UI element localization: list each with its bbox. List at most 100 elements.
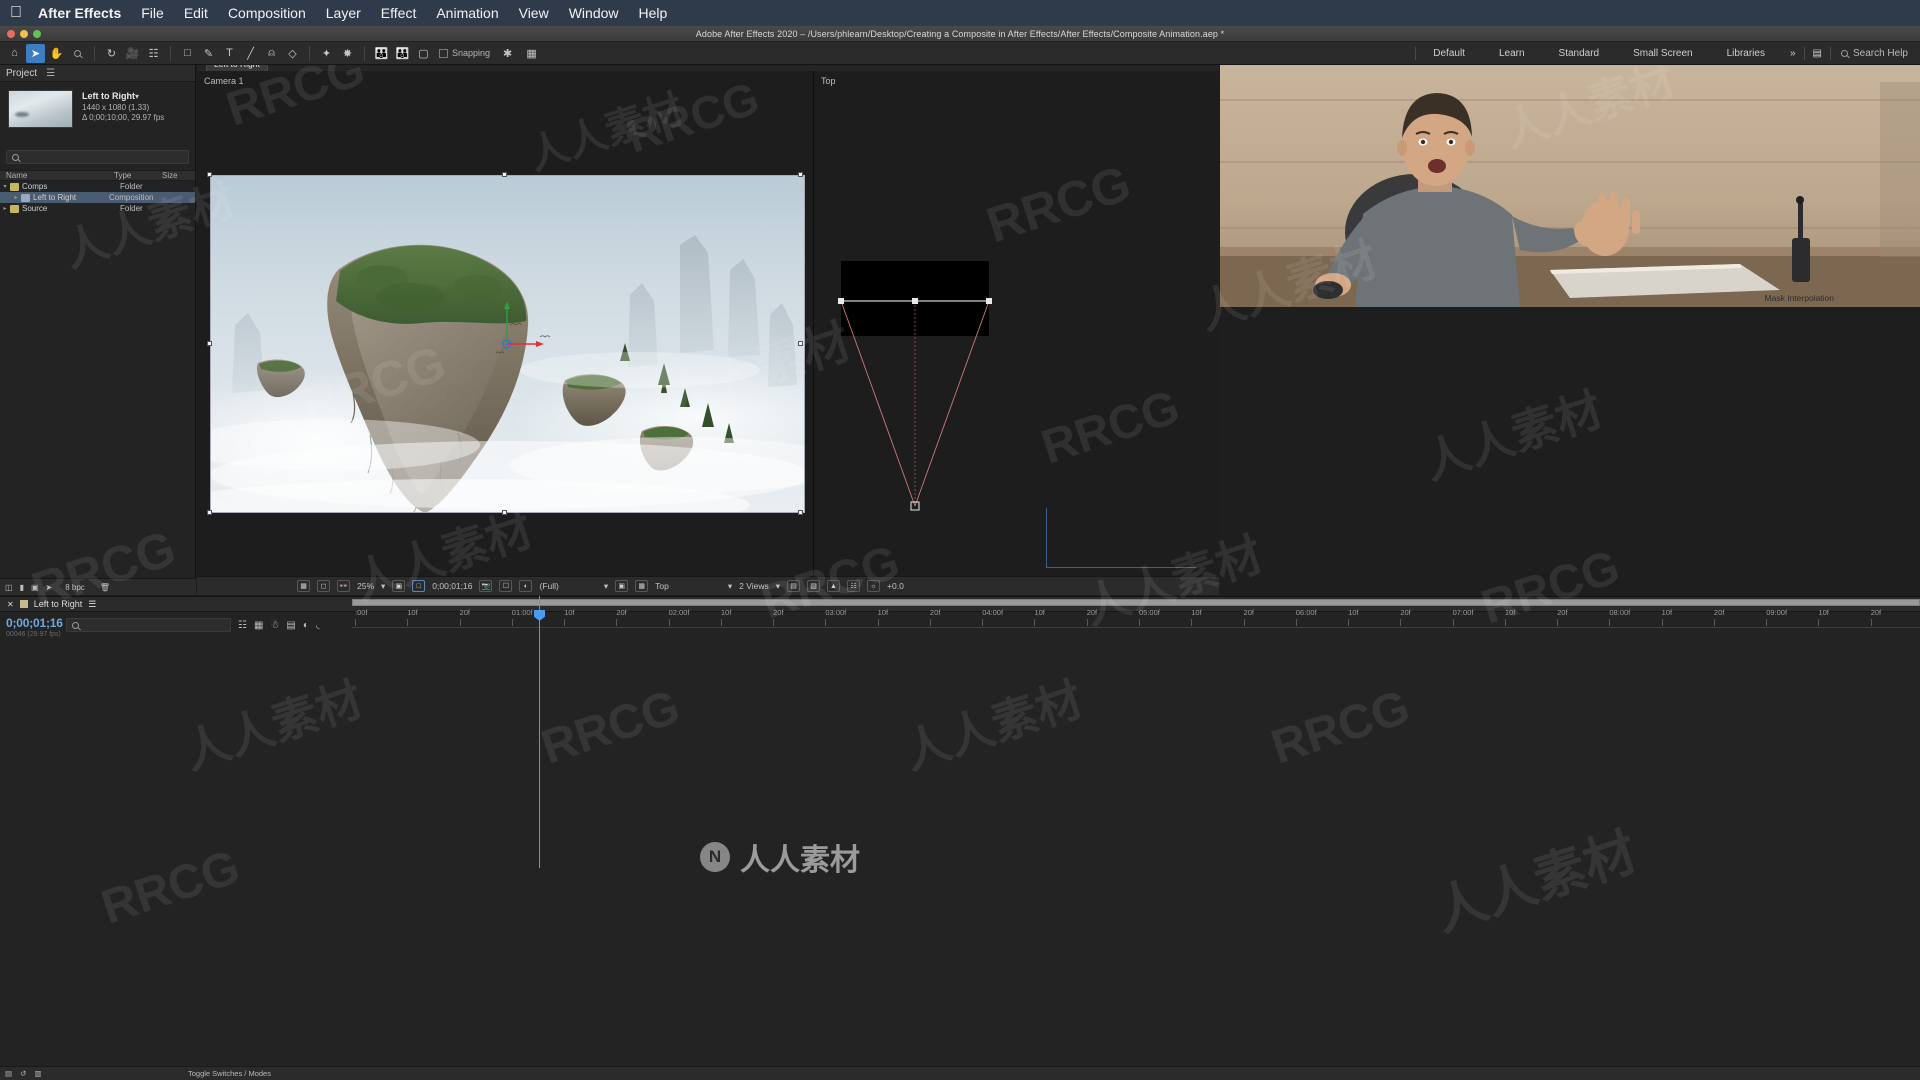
type-icon[interactable]: T [220, 44, 239, 63]
show-snapshot-icon[interactable]: ☐ [499, 580, 513, 592]
transfer-controls-icon[interactable]: ↺ [20, 1069, 26, 1078]
clone-stamp-icon[interactable]: ⍝ [262, 44, 281, 63]
menu-window[interactable]: Window [569, 5, 619, 21]
resize-handle-tc[interactable] [502, 172, 507, 177]
viewer-zoom-level[interactable]: 25% [357, 581, 374, 591]
instructor-video-overlay[interactable]: Mask Interpolation [1220, 42, 1920, 307]
menu-file[interactable]: File [141, 5, 164, 21]
magnet-icon[interactable]: ✱ [498, 44, 517, 63]
apple-logo-icon[interactable]:  [10, 5, 22, 21]
resize-handle-bc[interactable] [502, 510, 507, 515]
close-window-button[interactable] [7, 30, 15, 38]
viewer-exposure[interactable]: +0.0 [887, 581, 904, 591]
puppet-position-icon[interactable]: 👪 [372, 44, 391, 63]
viewer-camera-1[interactable]: Camera 1 [197, 71, 814, 576]
column-name[interactable]: Name [0, 171, 108, 180]
panel-menu-icon[interactable]: ☰ [88, 599, 96, 610]
column-size[interactable]: Size [156, 171, 178, 180]
chevron-down-icon[interactable]: ▾ [604, 581, 608, 592]
chevron-down-icon[interactable]: ▾ [381, 581, 385, 592]
snapping-checkbox[interactable]: Snapping [439, 48, 490, 58]
chevron-down-icon[interactable]: ▾ [776, 581, 780, 592]
roto-brush-icon[interactable]: ✦ [317, 44, 336, 63]
chevron-down-icon[interactable]: ▾ [135, 92, 139, 101]
toggle-transparency-icon[interactable]: ▦ [297, 580, 310, 592]
toggle-view-icon[interactable]: ◻ [317, 580, 330, 592]
resize-handle-tl[interactable] [207, 172, 212, 177]
work-area-bar[interactable] [352, 599, 1920, 606]
chevron-down-icon[interactable]: ▾ [728, 581, 732, 592]
workspace-more-button[interactable]: » [1782, 48, 1804, 59]
project-row-comps[interactable]: ▾ Comps Folder [0, 181, 195, 192]
motion-blur-footer-icon[interactable]: ▥ [34, 1069, 41, 1078]
camera-icon[interactable]: 🎥 [123, 44, 142, 63]
window-controls[interactable] [7, 26, 41, 42]
project-settings-icon[interactable]: ▣ [31, 583, 39, 592]
maximize-window-button[interactable] [33, 30, 41, 38]
viewer-view-mode[interactable]: Top [655, 581, 669, 591]
new-comp-icon[interactable]: ◫ [5, 583, 13, 592]
viewer-views-count[interactable]: 2 Views [739, 581, 769, 591]
layer-switches-icon[interactable]: ▤ [5, 1069, 12, 1078]
menu-help[interactable]: Help [639, 5, 668, 21]
workspace-standard[interactable]: Standard [1542, 48, 1617, 59]
disclosure-triangle-icon[interactable]: ▾ [0, 183, 10, 190]
grid-icon[interactable]: □ [412, 580, 426, 592]
hide-shy-icon[interactable]: ☃ [270, 620, 279, 631]
draft-3d-icon[interactable]: ▦ [254, 620, 263, 631]
pen-icon[interactable]: ✎ [199, 44, 218, 63]
graph-editor-icon[interactable]: ◟ [316, 620, 320, 631]
viewer-top[interactable]: Top [814, 71, 1219, 576]
close-icon[interactable]: ✕ [7, 600, 14, 609]
workspace-default[interactable]: Default [1416, 48, 1482, 59]
color-depth-icon[interactable]: ➤ [46, 583, 53, 592]
panel-menu-icon[interactable]: ☰ [46, 68, 55, 79]
hand-icon[interactable]: ✋ [47, 44, 66, 63]
composition-mini-flowchart-icon[interactable]: ☷ [238, 620, 247, 631]
puppet-overlap-icon[interactable]: ▢ [414, 44, 433, 63]
resize-handle-tr[interactable] [798, 172, 803, 177]
workspace-layout-icon[interactable]: ▤ [1805, 48, 1830, 59]
viewer-resolution[interactable]: (Full) [539, 581, 558, 591]
workspace-small-screen[interactable]: Small Screen [1616, 48, 1709, 59]
timeline-search-input[interactable] [66, 618, 231, 632]
toggle-switches-modes-button[interactable]: Toggle Switches / Modes [188, 1069, 271, 1078]
region-of-interest-icon[interactable]: ▣ [392, 580, 406, 592]
motion-blur-icon[interactable]: ◐ [303, 620, 309, 631]
reset-exposure-icon[interactable]: ☼ [867, 580, 881, 592]
menu-edit[interactable]: Edit [184, 5, 208, 21]
new-folder-icon[interactable]: ▮ [20, 583, 24, 592]
eraser-icon[interactable]: ◇ [283, 44, 302, 63]
current-timecode[interactable]: 0;00;01;16 [6, 616, 66, 630]
viewer-timecode[interactable]: 0;00;01;16 [432, 581, 472, 591]
frame-blending-icon[interactable]: ▤ [286, 620, 295, 631]
menu-layer[interactable]: Layer [326, 5, 361, 21]
region-toggle-icon[interactable]: ▣ [615, 580, 629, 592]
pan-behind-icon[interactable]: ☷ [144, 44, 163, 63]
menu-effect[interactable]: Effect [381, 5, 417, 21]
bit-depth-label[interactable]: 8 bpc [65, 583, 85, 592]
selection-icon[interactable]: ➤ [26, 43, 45, 63]
show-channel-icon[interactable]: ◐ [519, 580, 533, 592]
current-time-display[interactable]: 0;00;01;16 00046 (29.97 fps) [0, 612, 66, 645]
menu-animation[interactable]: Animation [436, 5, 498, 21]
time-ruler[interactable]: :00f 10f 20f 01:00f 10f 20f 02:00f 10f 20f 03:00f… [352, 596, 1920, 628]
disclosure-triangle-icon[interactable]: ▸ [11, 194, 21, 201]
workspace-libraries[interactable]: Libraries [1710, 48, 1782, 59]
zoom-icon[interactable] [68, 44, 87, 63]
search-help-field[interactable]: Search Help [1831, 48, 1920, 59]
home-icon[interactable]: ⌂ [5, 44, 24, 63]
puppet-starch-icon[interactable]: 👪 [393, 44, 412, 63]
menu-composition[interactable]: Composition [228, 5, 306, 21]
resize-handle-ml[interactable] [207, 341, 212, 346]
project-row-left-to-right[interactable]: ▸ Left to Right Composition [0, 192, 195, 203]
snapshot-icon[interactable]: 📷 [479, 580, 493, 592]
workspace-learn[interactable]: Learn [1482, 48, 1542, 59]
column-type[interactable]: Type [108, 171, 156, 180]
fast-previews-icon[interactable]: ▲ [827, 580, 841, 592]
toggle-pixel-aspect-icon[interactable]: ▧ [807, 580, 821, 592]
comp-flowchart-icon[interactable]: ☷ [847, 580, 861, 592]
snapping-checkbox-box[interactable] [439, 48, 448, 58]
pixel-aspect-icon[interactable]: ▦ [635, 580, 649, 592]
resize-handle-mr[interactable] [798, 341, 803, 346]
